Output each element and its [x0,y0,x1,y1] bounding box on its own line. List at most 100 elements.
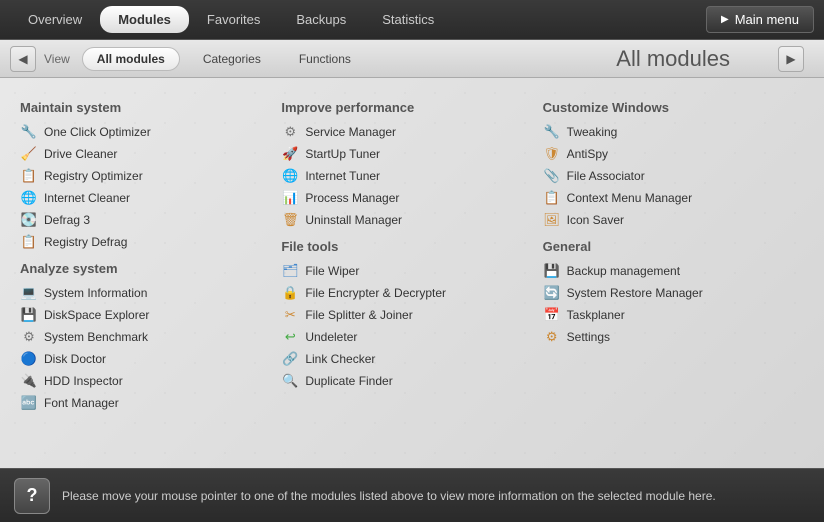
drive-cleaner-label: Drive Cleaner [44,147,117,161]
system-information-icon: 💻 [20,284,38,302]
module-uninstall-manager[interactable]: 🗑 Uninstall Manager [281,209,542,231]
module-drive-cleaner[interactable]: 🧹 Drive Cleaner [20,143,281,165]
diskspace-explorer-icon: 💾 [20,306,38,324]
pill-functions[interactable]: Functions [284,47,366,71]
context-menu-manager-icon: 📋 [543,189,561,207]
registry-optimizer-label: Registry Optimizer [44,169,143,183]
module-diskspace-explorer[interactable]: 💾 DiskSpace Explorer [20,304,281,326]
registry-defrag-label: Registry Defrag [44,235,127,249]
modules-grid: Maintain system 🔧 One Click Optimizer 🧹 … [20,92,804,414]
drive-cleaner-icon: 🧹 [20,145,38,163]
module-file-encrypter[interactable]: 🔒 File Encrypter & Decrypter [281,282,542,304]
tab-overview[interactable]: Overview [10,6,100,33]
duplicate-finder-label: Duplicate Finder [305,374,392,388]
module-backup-management[interactable]: 💾 Backup management [543,260,804,282]
module-registry-defrag[interactable]: 📋 Registry Defrag [20,231,281,253]
module-font-manager[interactable]: 🔤 Font Manager [20,392,281,414]
column-customize-general: Customize Windows 🔧 Tweaking 🛡 AntiSpy 📎… [543,92,804,414]
top-navigation: Overview Modules Favorites Backups Stati… [0,0,824,40]
file-wiper-icon: 🗂 [281,262,299,280]
module-file-wiper[interactable]: 🗂 File Wiper [281,260,542,282]
back-button[interactable]: ◀ [10,46,36,72]
process-manager-label: Process Manager [305,191,399,205]
module-undeleter[interactable]: ↩ Undeleter [281,326,542,348]
module-process-manager[interactable]: 📊 Process Manager [281,187,542,209]
section-general: General [543,239,804,254]
one-click-optimizer-icon: 🔧 [20,123,38,141]
status-text: Please move your mouse pointer to one of… [62,489,716,503]
taskplaner-icon: 📅 [543,306,561,324]
file-associator-icon: 📎 [543,167,561,185]
column-maintain-analyze: Maintain system 🔧 One Click Optimizer 🧹 … [20,92,281,414]
tab-favorites[interactable]: Favorites [189,6,278,33]
module-settings[interactable]: ⚙ Settings [543,326,804,348]
module-internet-tuner[interactable]: 🌐 Internet Tuner [281,165,542,187]
tab-backups[interactable]: Backups [278,6,364,33]
backup-management-label: Backup management [567,264,680,278]
module-service-manager[interactable]: ⚙ Service Manager [281,121,542,143]
module-context-menu-manager[interactable]: 📋 Context Menu Manager [543,187,804,209]
module-system-information[interactable]: 💻 System Information [20,282,281,304]
column-improve-filetools: Improve performance ⚙ Service Manager 🚀 … [281,92,542,414]
pill-categories[interactable]: Categories [188,47,276,71]
module-link-checker[interactable]: 🔗 Link Checker [281,348,542,370]
registry-defrag-icon: 📋 [20,233,38,251]
module-icon-saver[interactable]: 🖼 Icon Saver [543,209,804,231]
module-hdd-inspector[interactable]: 🔌 HDD Inspector [20,370,281,392]
file-encrypter-label: File Encrypter & Decrypter [305,286,446,300]
startup-tuner-icon: 🚀 [281,145,299,163]
system-information-label: System Information [44,286,147,300]
sub-navigation: ◀ View All modules Categories Functions … [0,40,824,78]
module-tweaking[interactable]: 🔧 Tweaking [543,121,804,143]
duplicate-finder-icon: 🔍 [281,372,299,390]
module-startup-tuner[interactable]: 🚀 StartUp Tuner [281,143,542,165]
module-duplicate-finder[interactable]: 🔍 Duplicate Finder [281,370,542,392]
tweaking-label: Tweaking [567,125,618,139]
view-label: View [44,52,70,66]
module-defrag[interactable]: 💽 Defrag 3 [20,209,281,231]
module-file-associator[interactable]: 📎 File Associator [543,165,804,187]
startup-tuner-label: StartUp Tuner [305,147,380,161]
module-antispy[interactable]: 🛡 AntiSpy [543,143,804,165]
system-benchmark-label: System Benchmark [44,330,148,344]
section-maintain-system: Maintain system [20,100,281,115]
hdd-inspector-label: HDD Inspector [44,374,123,388]
tab-statistics[interactable]: Statistics [364,6,452,33]
module-system-benchmark[interactable]: ⚙ System Benchmark [20,326,281,348]
registry-optimizer-icon: 📋 [20,167,38,185]
font-manager-icon: 🔤 [20,394,38,412]
module-registry-optimizer[interactable]: 📋 Registry Optimizer [20,165,281,187]
system-benchmark-icon: ⚙ [20,328,38,346]
backup-management-icon: 💾 [543,262,561,280]
tab-modules[interactable]: Modules [100,6,189,33]
pill-all-modules[interactable]: All modules [82,47,180,71]
link-checker-label: Link Checker [305,352,375,366]
antispy-label: AntiSpy [567,147,608,161]
diskspace-explorer-label: DiskSpace Explorer [44,308,149,322]
main-menu-button[interactable]: Main menu [706,6,814,33]
system-restore-manager-icon: 🔄 [543,284,561,302]
system-restore-manager-label: System Restore Manager [567,286,703,300]
undeleter-icon: ↩ [281,328,299,346]
module-one-click-optimizer[interactable]: 🔧 One Click Optimizer [20,121,281,143]
antispy-icon: 🛡 [543,145,561,163]
module-taskplaner[interactable]: 📅 Taskplaner [543,304,804,326]
defrag-icon: 💽 [20,211,38,229]
section-analyze-system: Analyze system [20,261,281,276]
page-title: All modules [616,46,730,72]
link-checker-icon: 🔗 [281,350,299,368]
module-system-restore-manager[interactable]: 🔄 System Restore Manager [543,282,804,304]
uninstall-manager-icon: 🗑 [281,211,299,229]
module-internet-cleaner[interactable]: 🌐 Internet Cleaner [20,187,281,209]
status-bar: ? Please move your mouse pointer to one … [0,468,824,522]
help-icon[interactable]: ? [14,478,50,514]
content-area: Maintain system 🔧 One Click Optimizer 🧹 … [0,78,824,468]
tweaking-icon: 🔧 [543,123,561,141]
module-disk-doctor[interactable]: 🔵 Disk Doctor [20,348,281,370]
forward-button[interactable]: ▶ [778,46,804,72]
undeleter-label: Undeleter [305,330,357,344]
module-file-splitter[interactable]: ✂ File Splitter & Joiner [281,304,542,326]
internet-cleaner-icon: 🌐 [20,189,38,207]
defrag-label: Defrag 3 [44,213,90,227]
internet-tuner-label: Internet Tuner [305,169,380,183]
